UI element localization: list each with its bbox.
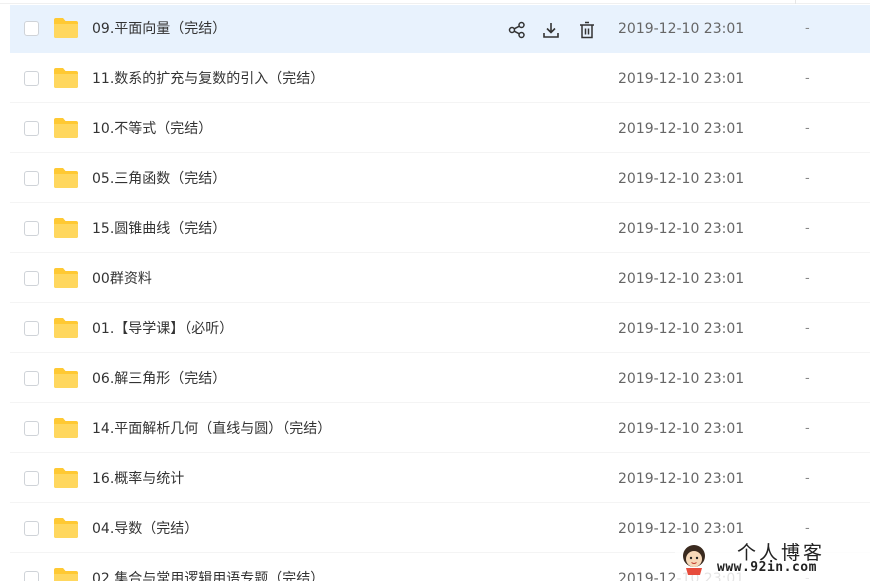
file-row[interactable]: 05.三角函数（完结） 2019-12-10 23:01 - [10,155,870,203]
column-divider [795,0,796,4]
file-size: - [805,471,810,486]
file-name[interactable]: 09.平面向量（完结） [92,5,226,53]
folder-icon [53,167,79,189]
download-icon[interactable] [540,19,562,41]
file-name[interactable]: 16.概率与统计 [92,455,184,503]
file-size: - [805,371,810,386]
file-name[interactable]: 02.集合与常用逻辑用语专题（完结） [92,555,324,581]
file-size: - [805,121,810,136]
folder-icon [53,217,79,239]
file-size: - [805,271,810,286]
row-checkbox[interactable] [24,521,39,536]
row-checkbox[interactable] [24,571,39,581]
file-row[interactable]: 14.平面解析几何（直线与圆）（完结） 2019-12-10 23:01 - [10,405,870,453]
row-checkbox[interactable] [24,21,39,36]
trash-icon[interactable] [576,19,598,41]
file-row[interactable]: 01.【导学课】（必听） 2019-12-10 23:01 - [10,305,870,353]
folder-icon [53,17,79,39]
file-size: - [805,321,810,336]
folder-icon [53,267,79,289]
file-row[interactable]: 16.概率与统计 2019-12-10 23:01 - [10,455,870,503]
file-name[interactable]: 05.三角函数（完结） [92,155,226,203]
file-size: - [805,221,810,236]
file-size: - [805,71,810,86]
file-row[interactable]: 09.平面向量（完结） 2019-12-10 23:01 - [10,5,870,53]
folder-icon [53,67,79,89]
folder-icon [53,567,79,581]
mascot-icon [683,545,705,575]
modified-time: 2019-12-10 23:01 [618,421,745,437]
modified-time: 2019-12-10 23:01 [618,171,745,187]
modified-time: 2019-12-10 23:01 [618,471,745,487]
file-size: - [805,171,810,186]
folder-icon [53,417,79,439]
watermark-url: www.92in.com [717,560,817,575]
row-checkbox[interactable] [24,71,39,86]
row-checkbox[interactable] [24,421,39,436]
file-row[interactable]: 15.圆锥曲线（完结） 2019-12-10 23:01 - [10,205,870,253]
file-name[interactable]: 11.数系的扩充与复数的引入（完结） [92,55,324,103]
file-name[interactable]: 00群资料 [92,255,152,303]
file-name[interactable]: 01.【导学课】（必听） [92,305,233,353]
file-row[interactable]: 10.不等式（完结） 2019-12-10 23:01 - [10,105,870,153]
watermark: 个人博客 www.92in.com [675,536,870,581]
modified-time: 2019-12-10 23:01 [618,221,745,237]
file-list: 09.平面向量（完结） 2019-12-10 23:01-11.数系的扩充与复数的… [0,0,870,581]
file-name[interactable]: 04.导数（完结） [92,505,198,553]
modified-time: 2019-12-10 23:01 [618,21,745,37]
row-checkbox[interactable] [24,221,39,236]
list-top-edge [0,0,870,4]
modified-time: 2019-12-10 23:01 [618,121,745,137]
file-size: - [805,21,810,36]
modified-time: 2019-12-10 23:01 [618,321,745,337]
modified-time: 2019-12-10 23:01 [618,371,745,387]
folder-icon [53,117,79,139]
row-checkbox[interactable] [24,321,39,336]
file-row[interactable]: 11.数系的扩充与复数的引入（完结） 2019-12-10 23:01 - [10,55,870,103]
row-checkbox[interactable] [24,271,39,286]
file-name[interactable]: 06.解三角形（完结） [92,355,226,403]
file-name[interactable]: 14.平面解析几何（直线与圆）（完结） [92,405,331,453]
modified-time: 2019-12-10 23:01 [618,271,745,287]
folder-icon [53,317,79,339]
file-row[interactable]: 00群资料 2019-12-10 23:01 - [10,255,870,303]
row-checkbox[interactable] [24,471,39,486]
file-name[interactable]: 10.不等式（完结） [92,105,212,153]
share-icon[interactable] [506,19,528,41]
file-size: - [805,421,810,436]
row-checkbox[interactable] [24,121,39,136]
folder-icon [53,367,79,389]
file-row[interactable]: 06.解三角形（完结） 2019-12-10 23:01 - [10,355,870,403]
modified-time: 2019-12-10 23:01 [618,71,745,87]
file-name[interactable]: 15.圆锥曲线（完结） [92,205,226,253]
row-checkbox[interactable] [24,371,39,386]
folder-icon [53,517,79,539]
folder-icon [53,467,79,489]
row-checkbox[interactable] [24,171,39,186]
